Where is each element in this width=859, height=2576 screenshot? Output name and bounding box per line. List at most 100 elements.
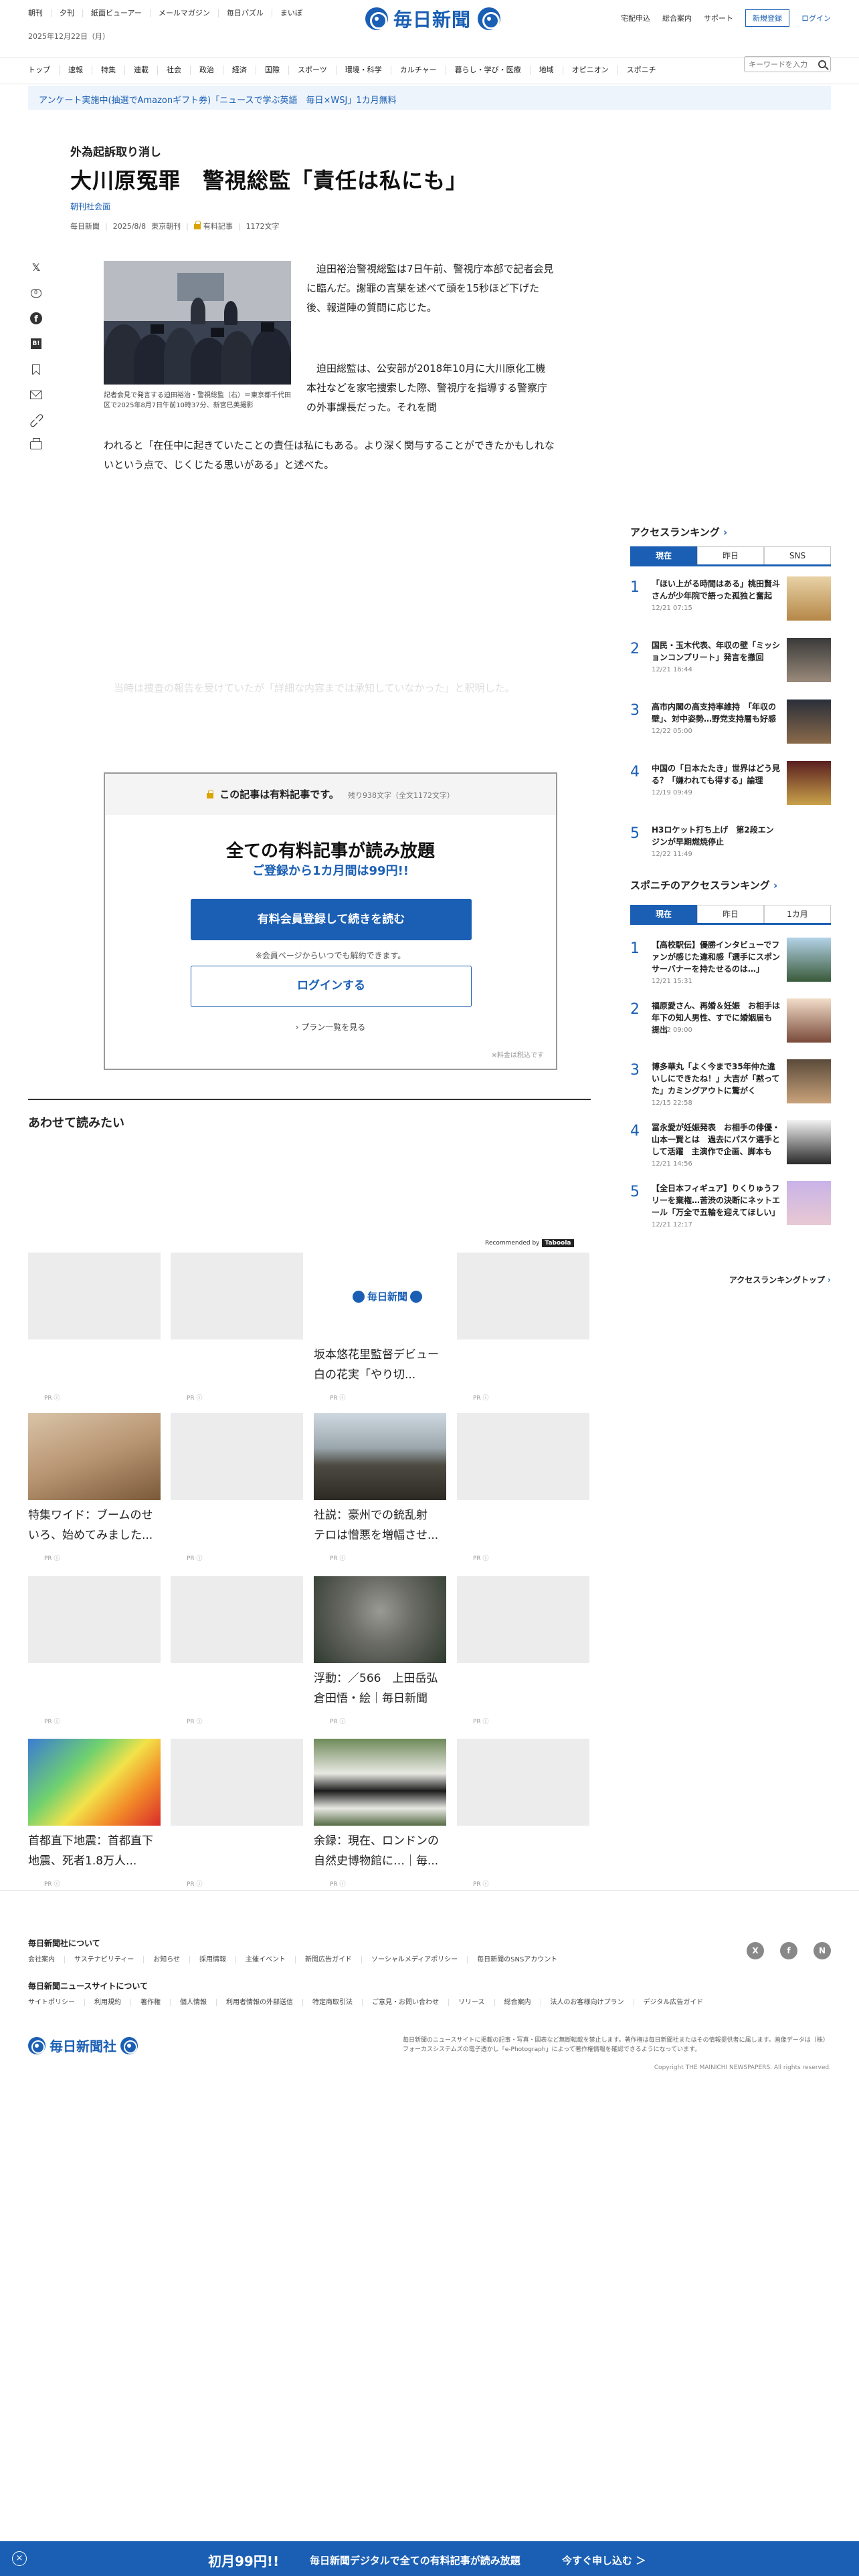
nav-item[interactable]: 環境・科学: [337, 66, 391, 75]
paywall-login-button[interactable]: ログインする: [191, 966, 472, 1007]
ranking-item[interactable]: 5 【全日本フィギュア】りくりゅうフリーを棄権…苦渋の決断にネットエール「万全で五…: [630, 1180, 831, 1240]
related-card[interactable]: [171, 1576, 303, 1663]
sponichi-ranking-heading[interactable]: スポニチのアクセスランキング: [630, 878, 777, 892]
ranking-item[interactable]: 2 福原愛さん、再婚＆妊娠 お相手は年下の知人男性、すでに婚姻届も提出 12/22 …: [630, 997, 831, 1057]
nav-item[interactable]: 速報: [60, 66, 92, 75]
ranking-title[interactable]: 中国の「日本たたき」世界はどう見る？「嫌われても得する」論理: [652, 762, 780, 786]
footer-logo[interactable]: 毎日新聞社: [28, 2036, 138, 2055]
related-card[interactable]: [171, 1739, 303, 1826]
related-card[interactable]: [28, 1576, 161, 1663]
footer-link[interactable]: 著作権: [131, 1999, 171, 2006]
related-card[interactable]: [28, 1253, 161, 1339]
pr-label[interactable]: PR ⓘ: [187, 1879, 203, 1888]
ranking-item[interactable]: 2 国民・玉木代表、年収の壁「ミッションコンプリート」発言を撤回 12/21 16:…: [630, 637, 831, 697]
subscribe-button[interactable]: 有料会員登録して続きを読む: [191, 899, 472, 940]
related-card[interactable]: 余録：現在、ロンドンの自然史博物館に…｜毎...: [314, 1739, 446, 1871]
tab-sponichi-now[interactable]: 現在: [630, 905, 697, 923]
pr-label[interactable]: PR ⓘ: [330, 1879, 346, 1888]
related-card[interactable]: 毎日新聞 坂本悠花里監督デビュー 白の花実「やり切...: [314, 1253, 450, 1385]
tab-ranking-now[interactable]: 現在: [630, 546, 697, 564]
ranking-title[interactable]: 「ほい上がる時間はある」桃田賢斗さんが少年院で語った孤独と奮起: [652, 578, 780, 602]
ranking-thumbnail[interactable]: [787, 1120, 831, 1164]
ranking-thumbnail[interactable]: [787, 1059, 831, 1103]
header-link[interactable]: メールマガジン: [159, 9, 219, 17]
ranking-title[interactable]: 冨永愛が妊娠発表 お相手の俳優・山本一賢とは 過去にパスケ選手として活躍 主演作…: [652, 1121, 780, 1158]
search-input[interactable]: [749, 57, 816, 72]
footer-link[interactable]: 特定商取引法: [303, 1999, 363, 2006]
login-link[interactable]: ログイン: [801, 13, 831, 23]
share-hatena-button[interactable]: B!: [28, 336, 44, 352]
related-card[interactable]: [457, 1413, 589, 1500]
pr-label[interactable]: PR ⓘ: [187, 1717, 203, 1725]
nav-item[interactable]: オピニオン: [563, 66, 618, 75]
pr-label[interactable]: PR ⓘ: [44, 1717, 60, 1725]
related-card[interactable]: [457, 1576, 589, 1663]
site-logo[interactable]: 毎日新聞: [365, 5, 501, 32]
footer-link[interactable]: デジタル広告ガイド: [634, 1999, 713, 2006]
ranking-thumbnail[interactable]: [787, 761, 831, 805]
header-link[interactable]: 紙面ビューアー: [91, 9, 151, 17]
footer-link[interactable]: 利用規約: [85, 1999, 131, 2006]
ranking-thumbnail[interactable]: [787, 576, 831, 621]
footer-link[interactable]: 新聞広告ガイド: [296, 1956, 363, 1963]
ranking-item[interactable]: 3 博多華丸「よく今まで35年仲た違いしにできたね！」大吉が「黙ってた」カミングア…: [630, 1058, 831, 1118]
pr-label[interactable]: PR ⓘ: [44, 1553, 60, 1562]
footer-link[interactable]: 利用者情報の外部送信: [217, 1999, 303, 2006]
related-card[interactable]: 特集ワイド：ブームのせいろ、始めてみました...: [28, 1413, 161, 1545]
share-mail-button[interactable]: [28, 387, 44, 403]
related-card[interactable]: [457, 1739, 589, 1826]
sns-x-icon[interactable]: X: [747, 1942, 764, 1959]
ranking-title[interactable]: 高市内閣の高支持率維持 「年収の壁」、対中姿勢…野党支持層も好感: [652, 701, 780, 725]
ranking-more-link[interactable]: アクセスランキングトップ: [729, 1274, 831, 1285]
ranking-thumbnail[interactable]: [787, 938, 831, 982]
footer-link[interactable]: 採用情報: [190, 1956, 237, 1963]
ranking-item[interactable]: 3 高市内閣の高支持率維持 「年収の壁」、対中姿勢…野党支持層も好感 12/22 0…: [630, 698, 831, 758]
footer-link[interactable]: リリース: [449, 1999, 495, 2006]
footer-link[interactable]: ソーシャルメディアポリシー: [362, 1956, 468, 1963]
related-card[interactable]: 首都直下地震：首都直下地震、死者1.8万人...: [28, 1739, 161, 1871]
share-x-button[interactable]: 𝕏: [28, 259, 44, 276]
ranking-title[interactable]: 博多華丸「よく今まで35年仲た違いしにできたね！」大吉が「黙ってた」カミングアウ…: [652, 1061, 780, 1097]
tab-ranking-sns[interactable]: SNS: [764, 546, 831, 564]
ranking-title[interactable]: 【全日本フィギュア】りくりゅうフリーを棄権…苦渋の決断にネットエール「万全で五輪…: [652, 1182, 780, 1218]
ranking-thumbnail[interactable]: [787, 700, 831, 744]
ranking-item[interactable]: 4 冨永愛が妊娠発表 お相手の俳優・山本一賢とは 過去にパスケ選手として活躍 主演…: [630, 1119, 831, 1179]
ranking-title[interactable]: H3ロケット打ち上げ 第2段エンジンが早期燃焼停止: [652, 824, 780, 848]
ranking-item[interactable]: 1 「ほい上がる時間はある」桃田賢斗さんが少年院で語った孤独と奮起 12/21 07…: [630, 575, 831, 635]
nav-item[interactable]: 特集: [92, 66, 125, 75]
close-icon[interactable]: ×: [12, 2551, 27, 2566]
footer-link[interactable]: お知らせ: [144, 1956, 191, 1963]
header-link[interactable]: 総合案内: [662, 13, 692, 23]
bookmark-button[interactable]: [28, 361, 44, 377]
tab-sponichi-month[interactable]: 1カ月: [764, 905, 831, 923]
pr-label[interactable]: PR ⓘ: [473, 1879, 489, 1888]
related-card-title[interactable]: 社説：豪州での銃乱射 テロは憎悪を増幅させ...: [314, 1505, 446, 1545]
header-link[interactable]: 宅配申込: [621, 13, 650, 23]
sns-facebook-icon[interactable]: f: [780, 1942, 797, 1959]
footer-link[interactable]: 毎日新聞のSNSアカウント: [468, 1956, 567, 1963]
subscribe-sticky-bar[interactable]: × 初月99円!! 毎日新聞デジタルで全ての有料記事が読み放題 今すぐ申し込む …: [0, 2541, 859, 2576]
nav-item[interactable]: 経済: [223, 66, 256, 75]
pr-label[interactable]: PR ⓘ: [473, 1553, 489, 1562]
header-link[interactable]: サポート: [704, 13, 733, 23]
footer-link[interactable]: 法人のお客様向けプラン: [541, 1999, 634, 2006]
promo-banner[interactable]: アンケート実施中(抽選でAmazonギフト券)「ニュースで学ぶ英語 毎日×WSJ…: [28, 86, 831, 110]
sticky-cta[interactable]: 今すぐ申し込む ＞: [562, 2553, 646, 2567]
pr-label[interactable]: PR ⓘ: [473, 1717, 489, 1725]
nav-item[interactable]: カルチャー: [391, 66, 446, 75]
related-card-title[interactable]: 首都直下地震：首都直下地震、死者1.8万人...: [28, 1831, 161, 1871]
related-card[interactable]: [171, 1413, 303, 1500]
related-card-title[interactable]: 坂本悠花里監督デビュー 白の花実「やり切...: [314, 1345, 450, 1385]
tab-ranking-yesterday[interactable]: 昨日: [697, 546, 764, 564]
pr-label[interactable]: PR ⓘ: [473, 1393, 489, 1402]
register-button[interactable]: 新規登録: [745, 9, 789, 27]
tab-sponichi-yesterday[interactable]: 昨日: [697, 905, 764, 923]
related-card[interactable]: 社説：豪州での銃乱射 テロは憎悪を増幅させ...: [314, 1413, 446, 1545]
related-card-title[interactable]: 浮動：／566 上田岳弘 倉田悟・絵｜毎日新聞: [314, 1669, 449, 1709]
nav-item[interactable]: 暮らし・学び・医療: [446, 66, 531, 75]
nav-item[interactable]: 社会: [158, 66, 191, 75]
pr-label[interactable]: PR ⓘ: [187, 1553, 203, 1562]
related-card[interactable]: [457, 1253, 589, 1339]
related-card-title[interactable]: 特集ワイド：ブームのせいろ、始めてみました...: [28, 1505, 161, 1545]
comment-button[interactable]: [28, 285, 44, 301]
